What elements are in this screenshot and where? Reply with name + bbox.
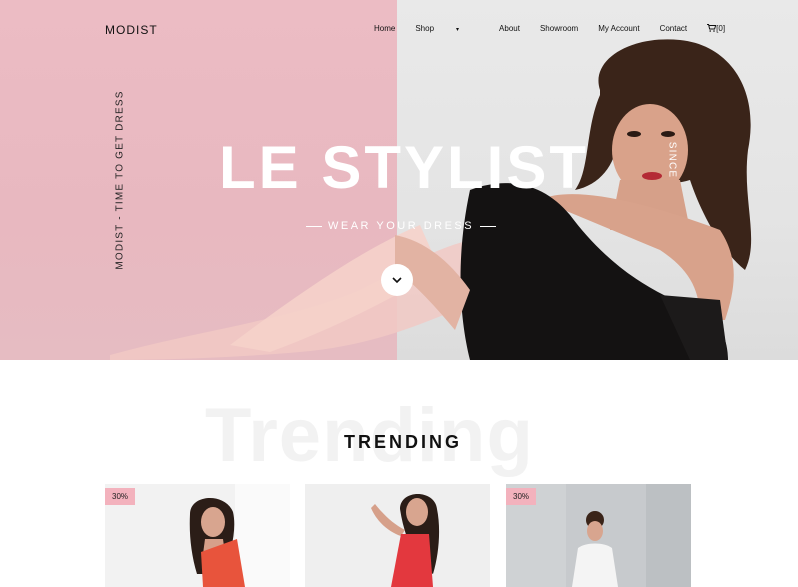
- nav-item-shop-label: Shop: [415, 24, 435, 33]
- product-card[interactable]: 30%: [506, 484, 691, 587]
- hero-since-label: SINCE: [666, 141, 678, 179]
- main-menu: Home Shop ▾ About Showroom My Account Con…: [374, 24, 765, 33]
- trending-title: TRENDING: [344, 432, 462, 452]
- nav-item-about[interactable]: About: [499, 24, 520, 33]
- nav-item-cart[interactable]: [0]: [707, 24, 745, 33]
- nav-item-showroom[interactable]: Showroom: [540, 24, 578, 33]
- product-card[interactable]: 30%: [105, 484, 290, 587]
- nav-item-contact[interactable]: Contact: [660, 24, 688, 33]
- caret-down-icon: ▾: [456, 27, 460, 33]
- nav-item-home[interactable]: Home: [374, 24, 395, 33]
- brand-logo[interactable]: MODIST: [105, 23, 158, 37]
- subtitle-dash-right: [480, 225, 497, 227]
- scroll-down-button[interactable]: [381, 264, 413, 296]
- cart-icon: [707, 24, 717, 32]
- hero-section: MODIST Home Shop ▾ About Showroom My Acco…: [0, 0, 798, 360]
- product-card[interactable]: [305, 484, 490, 587]
- cart-count: [0]: [716, 24, 726, 33]
- hero-title: LE STYLIST: [219, 134, 590, 201]
- discount-badge: 30%: [506, 488, 537, 505]
- product-image: [305, 484, 490, 587]
- hero-subtitle-text: WEAR YOUR DRESS: [328, 220, 475, 232]
- hero-side-tagline: MODIST - TIME TO GET DRESS: [114, 90, 126, 270]
- hero-subtitle: WEAR YOUR DRESS: [306, 220, 497, 232]
- nav-item-shop[interactable]: Shop ▾: [415, 24, 479, 33]
- discount-badge: 30%: [105, 488, 136, 505]
- nav-item-my-account[interactable]: My Account: [598, 24, 639, 33]
- chevron-down-icon: [392, 276, 402, 283]
- top-navigation: MODIST Home Shop ▾ About Showroom My Acco…: [0, 0, 798, 60]
- subtitle-dash-left: [306, 225, 322, 227]
